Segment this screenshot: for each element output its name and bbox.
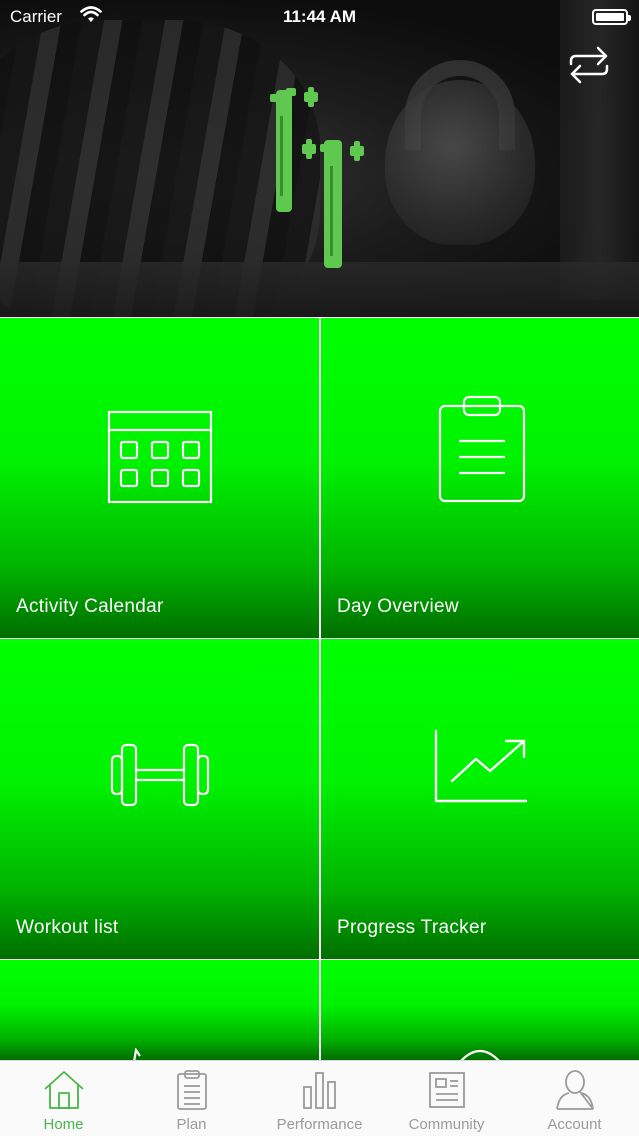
- newsfeed-icon: [429, 1072, 465, 1108]
- tile-workout-list[interactable]: Workout list: [0, 639, 319, 959]
- tab-bar: Home Plan Performance Community Account: [0, 1060, 639, 1136]
- partial-icon: [133, 1048, 141, 1060]
- tile-label: Workout list: [16, 917, 119, 938]
- tab-label: Community: [408, 1116, 485, 1133]
- tile-partial-right[interactable]: [321, 960, 639, 1060]
- tab-plan[interactable]: Plan: [128, 1061, 255, 1136]
- tile-label: Progress Tracker: [337, 917, 487, 938]
- kettlebell-photo: [385, 80, 535, 245]
- tab-label: Performance: [276, 1116, 363, 1133]
- clipboard-icon: [438, 395, 526, 503]
- tile-day-overview[interactable]: Day Overview: [321, 318, 639, 638]
- tab-label: Home: [43, 1116, 84, 1133]
- tile-label: Day Overview: [337, 596, 459, 617]
- home-icon: [44, 1071, 84, 1109]
- tab-community[interactable]: Community: [383, 1061, 510, 1136]
- clock: 11:44 AM: [282, 7, 357, 26]
- bar-chart-icon: [303, 1072, 336, 1109]
- partial-icon: [460, 1049, 500, 1060]
- tile-activity-calendar[interactable]: Activity Calendar: [0, 318, 319, 638]
- battery-icon: [592, 9, 631, 25]
- tab-performance[interactable]: Performance: [256, 1061, 383, 1136]
- menu-grid: Activity Calendar Day Overview Workout l…: [0, 317, 639, 1060]
- header-banner: [0, 0, 639, 317]
- swap-arrows-icon[interactable]: [566, 44, 612, 86]
- tab-label: Account: [547, 1116, 602, 1133]
- trend-chart-icon: [434, 729, 528, 803]
- user-icon: [556, 1070, 594, 1110]
- calendar-icon: [107, 410, 213, 504]
- dumbbell-icon: [110, 743, 210, 807]
- tile-progress-tracker[interactable]: Progress Tracker: [321, 639, 639, 959]
- status-bar: Carrier 11:44 AM: [0, 0, 639, 34]
- tile-label: Activity Calendar: [16, 596, 164, 617]
- clipboard-icon: [177, 1070, 207, 1110]
- app-logo: [270, 87, 364, 268]
- tab-label: Plan: [176, 1116, 207, 1133]
- tab-account[interactable]: Account: [511, 1061, 638, 1136]
- tab-home[interactable]: Home: [0, 1061, 127, 1136]
- tile-partial-left[interactable]: [0, 960, 319, 1060]
